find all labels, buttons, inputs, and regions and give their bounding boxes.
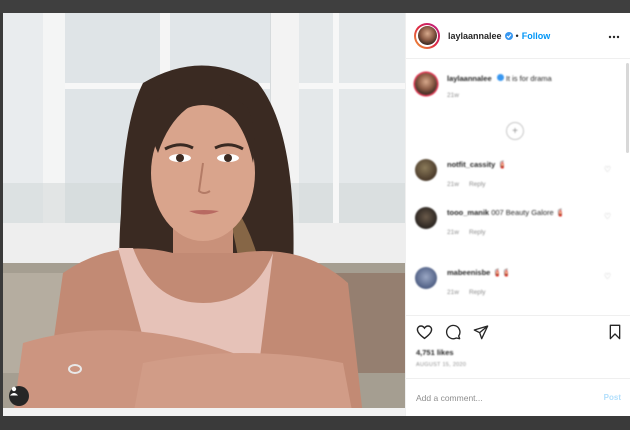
author-avatar[interactable] [414, 22, 440, 49]
like-comment-heart-icon[interactable]: ♡ [604, 165, 611, 174]
user-icon [10, 386, 18, 396]
comment-avatar[interactable] [415, 159, 437, 181]
likes-count[interactable]: 4,751 likes [406, 340, 630, 357]
comment-time: 21w [447, 229, 459, 236]
post-photo[interactable] [3, 13, 405, 416]
save-bookmark-icon[interactable] [608, 324, 622, 340]
caption-avatar[interactable] [415, 73, 437, 95]
author-username[interactable]: laylaannalee [448, 31, 502, 41]
verified-badge-icon [496, 74, 504, 81]
comment-username[interactable]: tooo_manik [447, 208, 489, 217]
comment-avatar[interactable] [415, 207, 437, 229]
comment-input[interactable] [416, 392, 604, 403]
add-comment-bar: Post [406, 378, 630, 416]
post-actions: 4,751 likes AUGUST 15, 2020 Post [406, 315, 630, 415]
follow-button[interactable]: Follow [522, 31, 551, 41]
comment-avatar[interactable] [415, 267, 437, 289]
verified-badge-icon [504, 31, 513, 40]
comment-row: tooo_manik 007 Beauty Galore 🧯 21w Reply [415, 207, 615, 238]
post-details-panel: laylaannalee • Follow laylaannalee It is… [405, 13, 630, 416]
comments-scrollbar[interactable] [626, 63, 629, 153]
more-options-icon[interactable] [608, 30, 620, 42]
post-header: laylaannalee • Follow [406, 13, 630, 59]
browser-top-bar [0, 0, 630, 13]
comment-time: 21w [447, 289, 459, 296]
comment-text: 007 Beauty Galore 🧯 [491, 208, 566, 217]
post-date: AUGUST 15, 2020 [416, 362, 467, 368]
comment-text: 🧯 [497, 160, 507, 169]
comments-list[interactable]: laylaannalee It is for drama 21w + notfi… [406, 59, 630, 323]
caption-time: 21w [447, 92, 459, 99]
reply-button[interactable]: Reply [469, 229, 486, 236]
comment-row: mabeenisbe 🧯🧯 21w Reply [415, 267, 615, 298]
reply-button[interactable]: Reply [469, 181, 486, 188]
like-comment-heart-icon[interactable]: ♡ [604, 272, 611, 281]
like-comment-heart-icon[interactable]: ♡ [604, 212, 611, 221]
like-heart-icon[interactable] [416, 324, 433, 340]
comment-username[interactable]: mabeenisbe [447, 268, 490, 277]
avatar-image [417, 26, 437, 45]
tagged-user-button[interactable] [9, 386, 29, 406]
separator-dot: • [515, 30, 519, 41]
load-more-comments-button[interactable]: + [506, 122, 524, 140]
photo-illustration [3, 13, 405, 416]
comment-row: notfit_cassity 🧯 21w Reply [415, 159, 615, 190]
share-paper-plane-icon[interactable] [473, 324, 489, 340]
post-comment-button[interactable]: Post [604, 393, 621, 402]
browser-bottom-bar [0, 416, 630, 430]
caption-text: It is for drama [505, 74, 552, 83]
caption-username[interactable]: laylaannalee [447, 74, 492, 83]
reply-button[interactable]: Reply [469, 289, 486, 296]
comment-username[interactable]: notfit_cassity [447, 160, 495, 169]
comment-bubble-icon[interactable] [445, 324, 461, 340]
comment-text: 🧯🧯 [492, 268, 512, 277]
comment-time: 21w [447, 181, 459, 188]
caption-row: laylaannalee It is for drama 21w [415, 73, 615, 101]
